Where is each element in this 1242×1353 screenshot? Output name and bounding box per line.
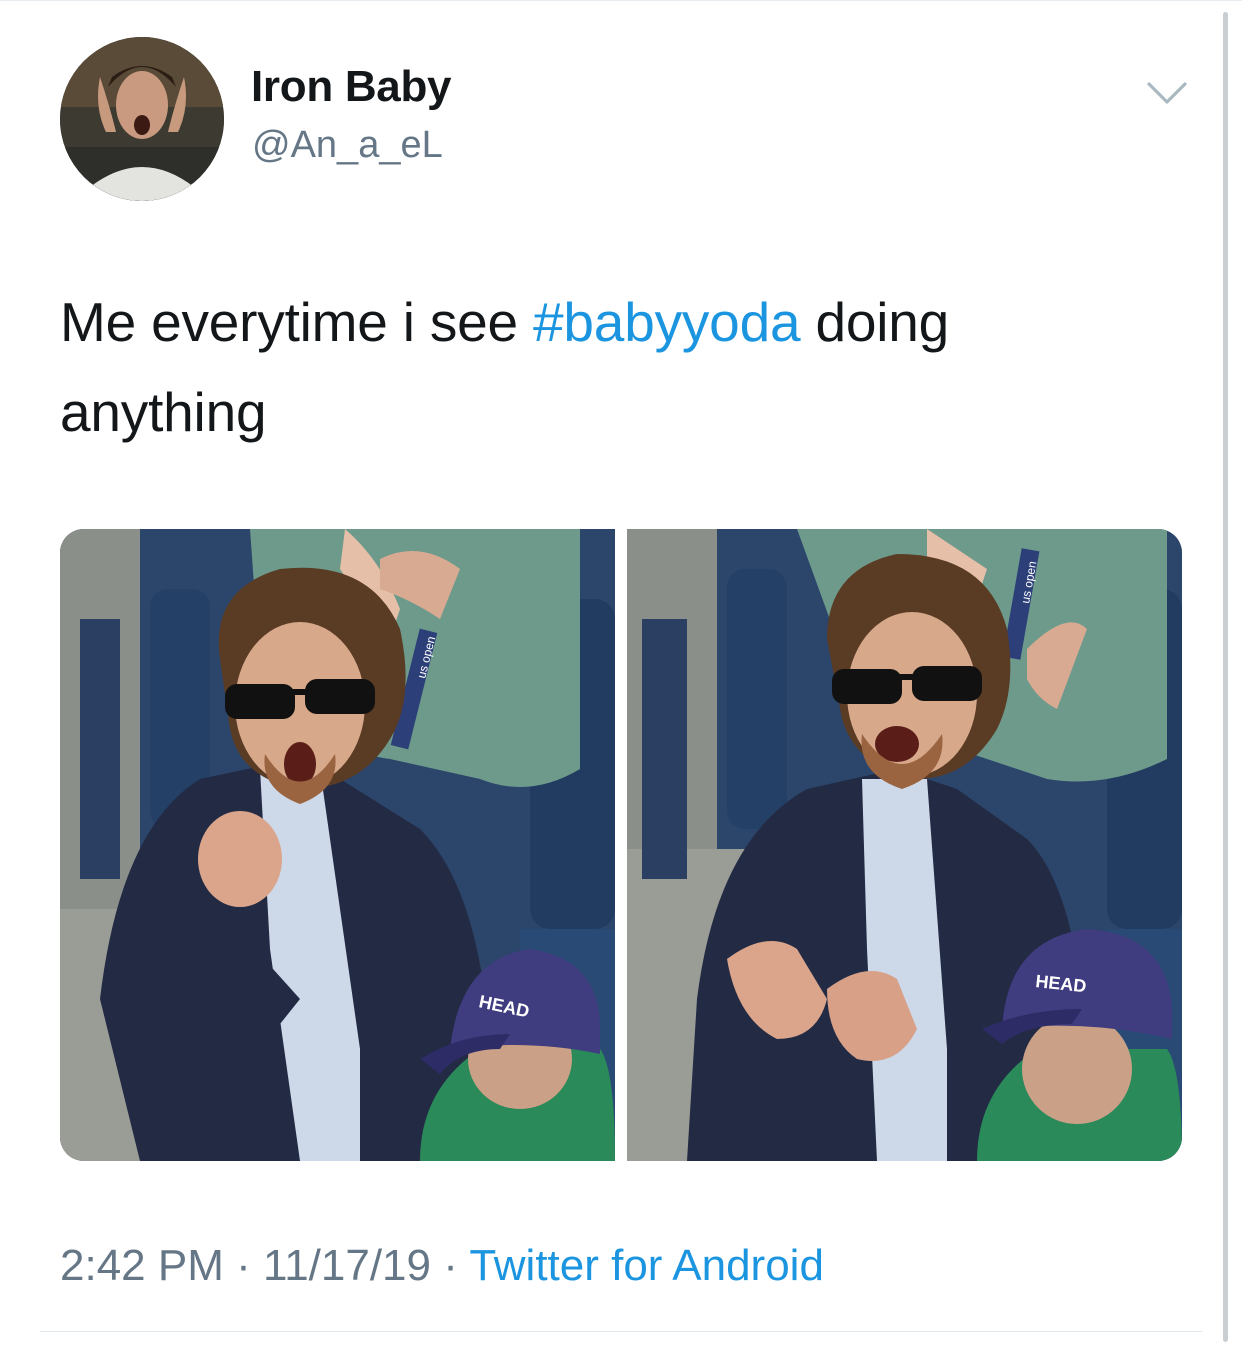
author-avatar[interactable] — [60, 37, 224, 201]
meta-separator-1: · — [223, 1241, 263, 1290]
media-grid: us open HEAD us open HEAD — [60, 529, 1182, 1161]
tweet-text: Me everytime i see #babyyoda doing anyth… — [60, 277, 1170, 457]
tweet-metadata: 2:42 PM · 11/17/19 · Twitter for Android — [60, 1241, 824, 1291]
scrollbar[interactable] — [1223, 12, 1228, 1342]
tweet-source-link[interactable]: Twitter for Android — [469, 1241, 824, 1290]
tweet-time[interactable]: 2:42 PM — [60, 1241, 224, 1290]
author-display-name[interactable]: Iron Baby — [251, 62, 452, 112]
author-handle[interactable]: @An_a_eL — [252, 124, 443, 167]
meta-separator-2: · — [431, 1241, 470, 1290]
tweet-text-before: Me everytime i see — [60, 291, 534, 353]
chevron-down-icon[interactable] — [1146, 80, 1188, 106]
bottom-divider — [40, 1331, 1202, 1332]
tweet-detail-view: Iron Baby @An_a_eL Me everytime i see #b… — [0, 0, 1242, 1353]
hashtag-link[interactable]: #babyyoda — [533, 291, 801, 353]
tweet-date[interactable]: 11/17/19 — [263, 1241, 431, 1290]
top-divider — [0, 0, 1242, 1]
avatar-photo — [60, 37, 224, 201]
tweet-photo-2[interactable]: us open HEAD — [627, 529, 1182, 1161]
tweet-photo-1[interactable]: us open HEAD — [60, 529, 615, 1161]
